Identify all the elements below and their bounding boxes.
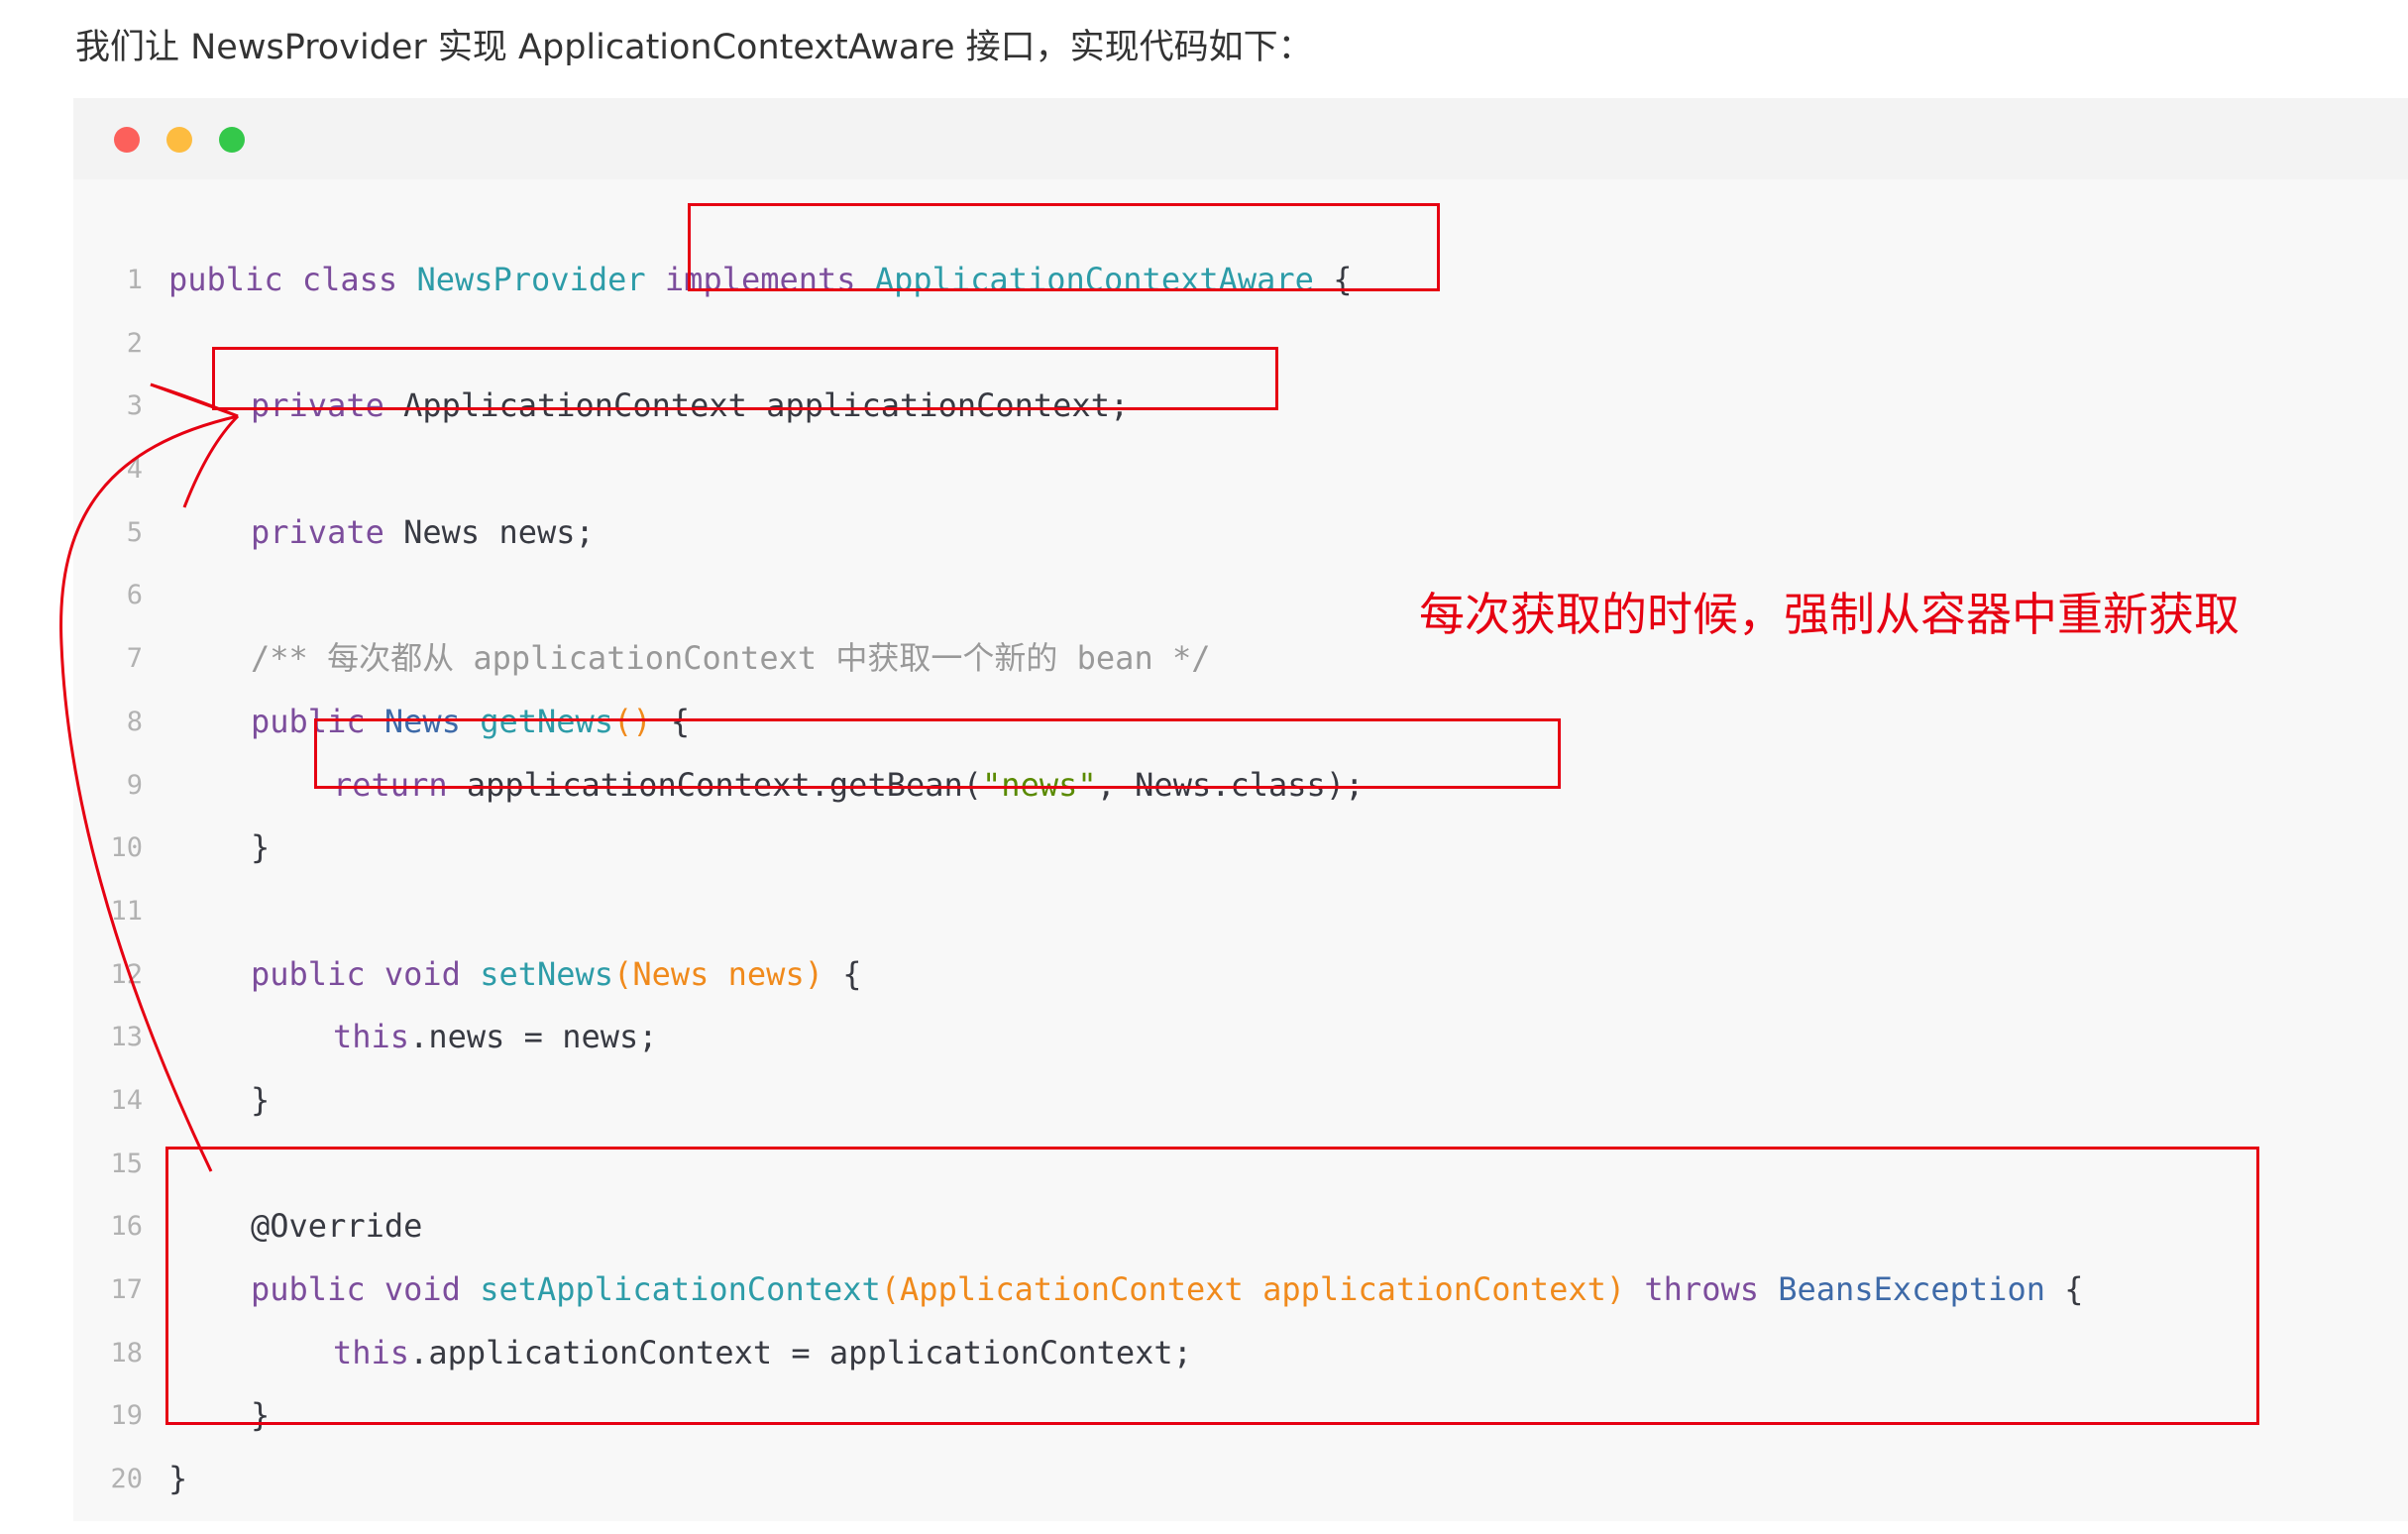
curved-arrow-icon <box>59 383 240 1172</box>
